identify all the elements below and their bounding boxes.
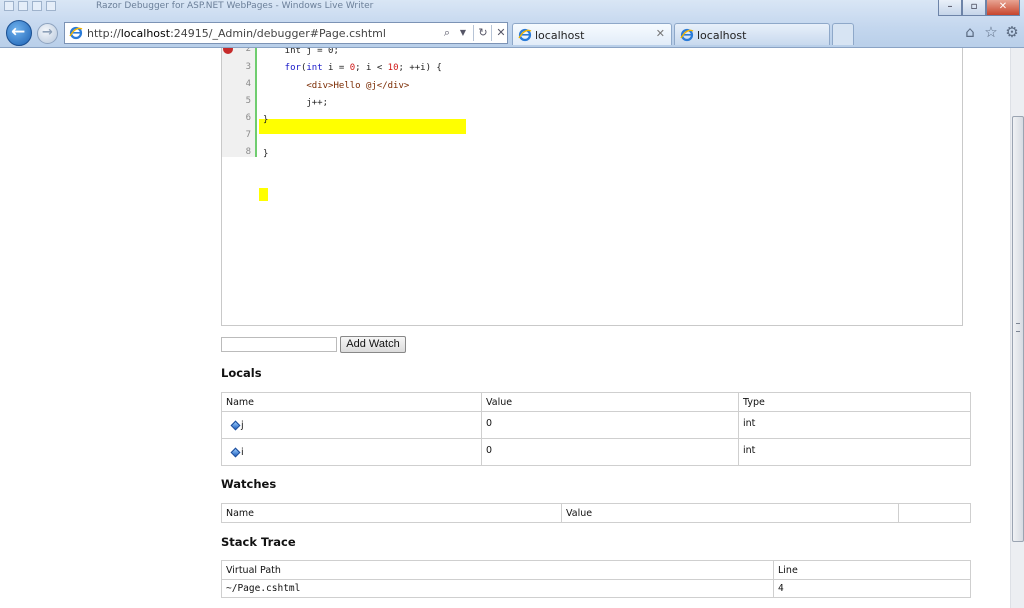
code-line-text: <div>Hello @j</div> <box>263 81 410 91</box>
column-header: Value <box>481 392 739 412</box>
local-name-cell: j <box>221 411 482 439</box>
back-button[interactable]: ← <box>6 20 32 46</box>
page-content: 2 3 4 5 6 7 8 int j = 0; for(int i = 0; … <box>0 48 1010 608</box>
add-watch-button[interactable]: Add Watch <box>340 336 406 353</box>
line-number-gutter: 2 3 4 5 6 7 8 <box>222 48 257 157</box>
ie-tab-icon <box>680 28 694 42</box>
address-bar[interactable]: http://localhost:24915/_Admin/debugger#P… <box>64 22 508 44</box>
refresh-icon[interactable]: ↻ <box>475 25 491 41</box>
column-header: Name <box>221 503 562 523</box>
local-variable-icon <box>230 420 241 430</box>
local-variable-icon <box>230 447 241 457</box>
close-window-button[interactable]: ✕ <box>986 0 1020 16</box>
code-token: int <box>306 63 323 73</box>
quick-access-redo-icon[interactable] <box>46 1 56 11</box>
ie-tab-icon <box>518 28 532 42</box>
line-number: 2 <box>245 48 251 54</box>
line-number: 8 <box>245 147 251 157</box>
watches-table: Name Value <box>221 503 971 523</box>
browser-chrome: Razor Debugger for ASP.NET WebPages - Wi… <box>0 0 1024 48</box>
local-name: i <box>241 446 244 458</box>
table-row[interactable]: i 0 int <box>221 438 971 466</box>
tab-close-icon[interactable]: ✕ <box>656 27 665 40</box>
title-bar: Razor Debugger for ASP.NET WebPages - Wi… <box>0 0 1024 16</box>
current-line-highlight <box>259 119 466 134</box>
address-dropdown-icon[interactable]: ▼ <box>455 25 471 41</box>
local-value: 0 <box>481 411 739 439</box>
window-title: Razor Debugger for ASP.NET WebPages - Wi… <box>96 1 374 11</box>
code-line: } <box>263 149 269 159</box>
code-line: int j = 0; <box>263 48 339 56</box>
line-number: 6 <box>245 113 251 123</box>
column-header <box>898 503 971 523</box>
vertical-scrollbar[interactable] <box>1010 48 1024 608</box>
locals-table: Name Value Type j 0 int i 0 int <box>221 392 971 466</box>
tools-gear-icon[interactable]: ⚙ <box>1004 24 1020 40</box>
local-name-cell: i <box>221 438 482 466</box>
column-header: Name <box>221 392 482 412</box>
divider <box>491 25 492 41</box>
minimize-button[interactable]: – <box>938 0 962 16</box>
column-header: Type <box>738 392 971 412</box>
code-line: } <box>263 115 269 125</box>
url-host: localhost <box>120 27 171 40</box>
table-header-row: Name Value Type <box>221 392 971 412</box>
column-header: Line <box>773 560 971 580</box>
quick-access-undo-icon[interactable] <box>32 1 42 11</box>
stack-trace-heading: Stack Trace <box>221 535 296 549</box>
tab-localhost[interactable]: localhost <box>674 23 830 45</box>
tab-label: localhost <box>535 29 585 42</box>
locals-heading: Locals <box>221 366 262 380</box>
code-line: <div>Hello @j</div> <box>263 80 409 92</box>
url-path: :24915/_Admin/debugger#Page.cshtml <box>170 27 386 40</box>
code-token: for <box>263 63 301 73</box>
url-text: http://localhost:24915/_Admin/debugger#P… <box>87 27 386 40</box>
table-row[interactable]: j 0 int <box>221 411 971 439</box>
divider <box>473 25 474 41</box>
search-icon[interactable]: ⌕ <box>439 25 455 41</box>
app-icon <box>4 1 14 11</box>
code-token: 0 <box>349 63 356 73</box>
local-type: int <box>738 411 971 439</box>
code-panel: 2 3 4 5 6 7 8 int j = 0; for(int i = 0; … <box>221 48 963 326</box>
code-token: 10 <box>387 63 399 73</box>
stop-icon[interactable]: ✕ <box>493 25 509 41</box>
code-line: j++; <box>263 98 329 108</box>
tab-label: localhost <box>697 29 747 42</box>
watch-input[interactable] <box>221 337 337 352</box>
table-header-row: Virtual Path Line <box>221 560 971 580</box>
local-value: 0 <box>481 438 739 466</box>
column-header: Value <box>561 503 899 523</box>
watches-heading: Watches <box>221 477 277 491</box>
stack-frame-path: ~/Page.cshtml <box>221 579 774 598</box>
url-prefix: http:// <box>87 27 121 40</box>
ie-page-icon <box>69 26 83 40</box>
line-number: 4 <box>245 79 251 89</box>
local-name: j <box>241 419 244 431</box>
column-header: Virtual Path <box>221 560 774 580</box>
line-number: 3 <box>245 62 251 72</box>
table-row[interactable]: ~/Page.cshtml 4 <box>221 579 971 598</box>
stack-frame-line: 4 <box>773 579 971 598</box>
back-arrow-icon: ← <box>11 22 26 42</box>
table-header-row: Name Value <box>221 503 971 523</box>
home-icon[interactable]: ⌂ <box>962 24 978 40</box>
stack-trace-table: Virtual Path Line ~/Page.cshtml 4 <box>221 560 971 598</box>
forward-arrow-icon: → <box>42 25 53 40</box>
tab-localhost-active[interactable]: localhost ✕ <box>512 23 672 45</box>
quick-access-save-icon[interactable] <box>18 1 28 11</box>
favorites-star-icon[interactable]: ☆ <box>983 24 999 40</box>
line-number: 5 <box>245 96 251 106</box>
scrollbar-thumb[interactable] <box>1012 116 1024 542</box>
line-number: 7 <box>245 130 251 140</box>
current-brace-highlight <box>259 188 268 201</box>
code-line: for(int i = 0; i < 10; ++i) { <box>263 63 442 73</box>
new-tab-button[interactable] <box>832 23 854 45</box>
maximize-button[interactable]: ▫ <box>962 0 986 16</box>
forward-button[interactable]: → <box>37 23 58 44</box>
local-type: int <box>738 438 971 466</box>
